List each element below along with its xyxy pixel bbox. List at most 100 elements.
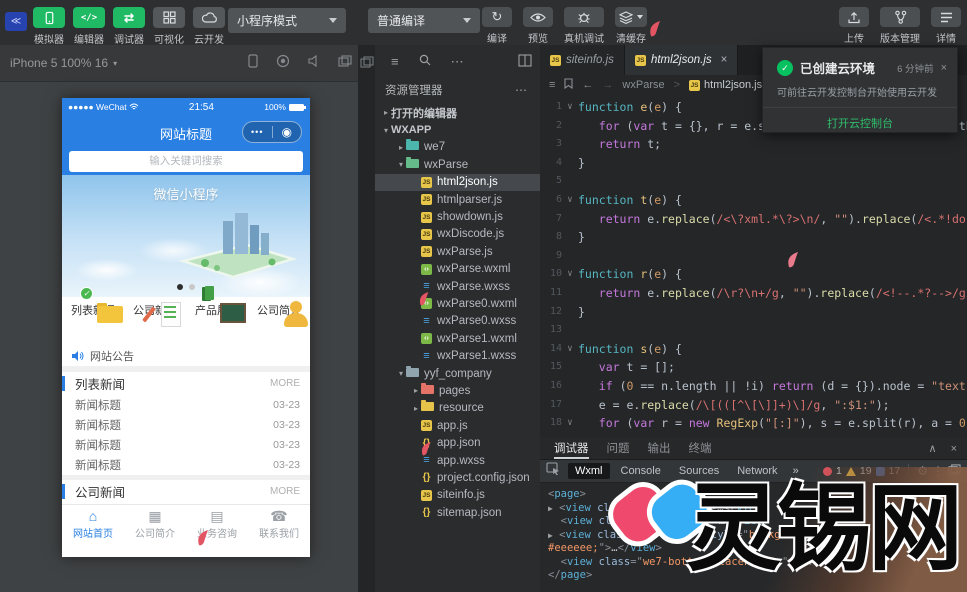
breadcrumb-folder[interactable]: wxParse bbox=[622, 79, 664, 91]
wxml-line[interactable]: <view class="we7-bottom-placeholder"></v bbox=[548, 556, 959, 570]
action-bug[interactable]: 真机调试 bbox=[564, 7, 604, 45]
editor-tab[interactable]: JS html2json.js × bbox=[624, 45, 739, 75]
menu-icon[interactable]: ≡ bbox=[549, 79, 555, 91]
toolbar-button-cloud[interactable]: 云开发 bbox=[193, 7, 225, 46]
mode-dropdown[interactable]: 小程序模式 bbox=[228, 8, 346, 33]
close-notification-icon[interactable]: × bbox=[941, 62, 947, 74]
announcement-bar[interactable]: 网站公告 bbox=[62, 345, 310, 367]
tree-item[interactable]: {} project.config.json bbox=[375, 469, 540, 486]
wxml-line[interactable]: #eeeeee;">…</view> bbox=[548, 542, 959, 556]
news-row[interactable]: 新闻标题 03-23 bbox=[62, 435, 310, 455]
tree-item[interactable]: ‹› wxParse1.wxml bbox=[375, 330, 540, 347]
tree-item[interactable]: ‹› wxParse.wxml bbox=[375, 261, 540, 278]
news-row[interactable]: 新闻标题 03-23 bbox=[62, 415, 310, 435]
debugger-tab[interactable]: 终端 bbox=[689, 437, 712, 459]
devtools-tab[interactable]: Console bbox=[614, 463, 668, 479]
wxml-tree[interactable]: <page> ▶ <view class="we7-search">…</view… bbox=[540, 483, 967, 588]
devtools-tab[interactable]: Network bbox=[730, 463, 784, 479]
close-panel-icon[interactable]: × bbox=[951, 443, 957, 455]
wxml-line[interactable]: <page> bbox=[548, 488, 959, 502]
tree-item[interactable]: ▸ 打开的编辑器 bbox=[375, 104, 540, 121]
breadcrumb-file[interactable]: JS html2json.js bbox=[689, 79, 762, 91]
tree-item[interactable]: JS app.js bbox=[375, 417, 540, 434]
split-editor-icon[interactable] bbox=[518, 54, 532, 72]
action-upload[interactable]: 上传 bbox=[839, 7, 869, 45]
tree-item[interactable]: JS html2json.js bbox=[375, 173, 540, 191]
quick-link-person[interactable]: 公司简介 bbox=[250, 300, 308, 345]
kebab-menu-icon[interactable]: ⋮ bbox=[932, 464, 944, 478]
editor-tab[interactable]: JS siteinfo.js bbox=[540, 45, 625, 75]
search-input[interactable]: 输入关键词搜索 bbox=[69, 151, 303, 172]
news-row[interactable]: 新闻标题 03-23 bbox=[62, 395, 310, 415]
tree-item[interactable]: JS wxParse.js bbox=[375, 243, 540, 260]
tree-item[interactable]: ▾ WXAPP bbox=[375, 121, 540, 138]
tree-item[interactable]: ▸ pages bbox=[375, 382, 540, 399]
debugger-tab[interactable]: 问题 bbox=[607, 437, 630, 459]
phone-tab-home[interactable]: ⌂ 网站首页 bbox=[62, 505, 124, 544]
debugger-tab[interactable]: 调试器 bbox=[554, 437, 589, 459]
tree-item[interactable]: ▾ yyf_company bbox=[375, 365, 540, 382]
devtools-tab[interactable]: Wxml bbox=[568, 463, 610, 479]
nav-forward-icon[interactable]: → bbox=[602, 79, 613, 91]
tree-item[interactable]: JS htmlparser.js bbox=[375, 191, 540, 208]
action-detail[interactable]: 详情 bbox=[931, 7, 961, 45]
devtools-logo-icon[interactable]: ≪ bbox=[5, 12, 27, 31]
overflow-tabs-icon[interactable]: » bbox=[793, 465, 799, 477]
phone-tab-building[interactable]: ▦ 公司简介 bbox=[124, 505, 186, 544]
code-editor[interactable]: 1 ∨ function e(e) {2 for (var t = {}, r = … bbox=[540, 95, 967, 437]
close-tab-icon[interactable]: × bbox=[721, 54, 728, 66]
open-cloud-console-link[interactable]: 打开云控制台 bbox=[763, 108, 957, 131]
fold-chevron-icon[interactable]: ∨ bbox=[562, 98, 578, 117]
collapse-panel-icon[interactable]: ∧ bbox=[929, 442, 937, 455]
close-miniprogram-button[interactable]: ◉ bbox=[273, 122, 302, 142]
quick-link-folder-check[interactable]: ✓ 列表新闻 bbox=[64, 287, 122, 345]
more-link[interactable]: MORE bbox=[270, 486, 300, 497]
separate-window-icon[interactable] bbox=[338, 54, 352, 73]
action-branch[interactable]: 版本管理 bbox=[880, 7, 920, 45]
tree-item[interactable]: {} sitemap.json bbox=[375, 504, 540, 521]
fold-chevron-icon[interactable]: ∨ bbox=[562, 265, 578, 284]
dock-window-icon[interactable] bbox=[360, 56, 374, 74]
toolbar-button-grid[interactable]: 可视化 bbox=[153, 7, 185, 46]
record-icon[interactable] bbox=[276, 54, 290, 73]
more-menu-button[interactable]: ••• bbox=[243, 127, 272, 137]
more-link[interactable]: MORE bbox=[270, 378, 300, 389]
quick-link-board[interactable]: 产品展示 bbox=[188, 300, 246, 345]
news-row[interactable]: 新闻标题 03-23 bbox=[62, 455, 310, 475]
fold-chevron-icon[interactable]: ∨ bbox=[562, 340, 578, 359]
tree-item[interactable]: {} app.json bbox=[375, 434, 540, 451]
tree-item[interactable]: ‹› wxParse0.wxml bbox=[375, 295, 540, 312]
toolbar-button-code[interactable]: </> 编辑器 bbox=[73, 7, 105, 46]
dock-side-icon[interactable] bbox=[948, 463, 961, 479]
banner-carousel[interactable]: 微信小程序 bbox=[62, 175, 310, 297]
tree-item[interactable]: JS wxDiscode.js bbox=[375, 226, 540, 243]
fold-chevron-icon[interactable]: ∨ bbox=[562, 191, 578, 210]
rotate-device-icon[interactable] bbox=[247, 54, 259, 73]
device-selector[interactable]: iPhone 5 100% 16 bbox=[10, 56, 108, 70]
tree-item[interactable]: ≡ wxParse.wxss bbox=[375, 278, 540, 295]
search-icon[interactable] bbox=[419, 54, 431, 69]
action-refresh[interactable]: ↻ 编译 bbox=[482, 7, 512, 45]
action-eye[interactable]: 预览 bbox=[523, 7, 553, 45]
tree-item[interactable]: ▾ wxParse bbox=[375, 156, 540, 173]
more-icon[interactable]: ⋯ bbox=[451, 54, 464, 70]
wxml-line[interactable]: <view class="we7-banner">…</view> bbox=[548, 515, 959, 529]
mute-icon[interactable] bbox=[307, 54, 321, 73]
inspect-element-icon[interactable] bbox=[546, 462, 560, 480]
devtools-tab[interactable]: Sources bbox=[672, 463, 726, 479]
more-actions-icon[interactable]: ⋯ bbox=[515, 83, 528, 97]
quick-link-doc-pencil[interactable]: 公司新闻 bbox=[126, 300, 184, 345]
debugger-tab[interactable]: 输出 bbox=[648, 437, 671, 459]
menu-icon[interactable]: ≡ bbox=[391, 54, 399, 69]
wxml-line[interactable]: ▶ <view class="we7-body" style="backgrou… bbox=[548, 529, 959, 543]
wxml-line[interactable]: </page> bbox=[548, 569, 959, 583]
fold-chevron-icon[interactable]: ∨ bbox=[562, 414, 578, 433]
bookmark-icon[interactable] bbox=[564, 78, 573, 92]
toolbar-button-phone[interactable]: 模拟器 bbox=[33, 7, 65, 46]
tree-item[interactable]: ≡ wxParse1.wxss bbox=[375, 347, 540, 364]
action-layers[interactable]: 清缓存 bbox=[615, 7, 647, 45]
tree-item[interactable]: ≡ app.wxss bbox=[375, 452, 540, 469]
tree-item[interactable]: ≡ wxParse0.wxss bbox=[375, 313, 540, 330]
tree-item[interactable]: JS siteinfo.js bbox=[375, 487, 540, 504]
phone-tab-phone[interactable]: ☎ 联系我们 bbox=[248, 505, 310, 544]
